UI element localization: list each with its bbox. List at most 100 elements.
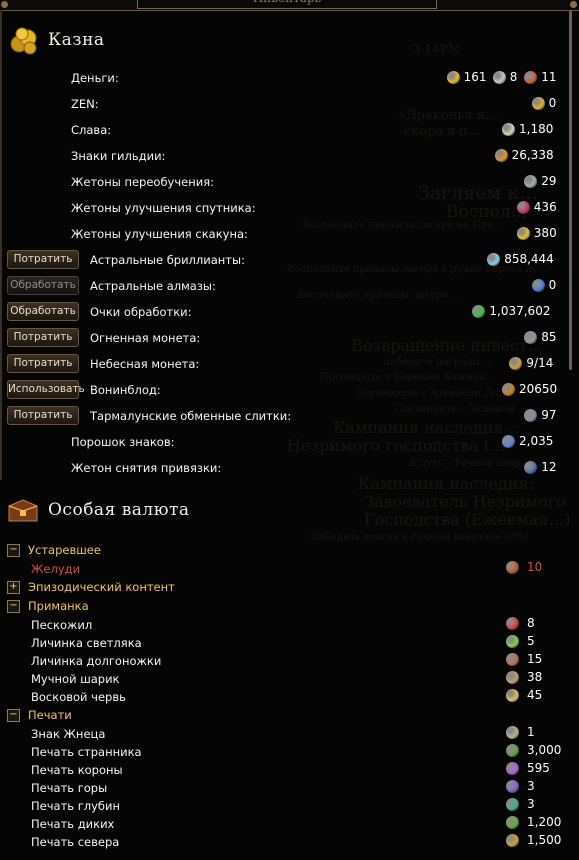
special-currency-label: Печать горы xyxy=(31,781,108,795)
collapse-toggle[interactable]: − xyxy=(7,599,20,613)
special-currency-header: Особая валюта xyxy=(6,494,190,526)
currency-row: Потратить Тармалунские обменные слитки: 97 xyxy=(0,405,569,427)
currency-value: 29 xyxy=(541,174,557,188)
currency-value: 0 xyxy=(548,96,557,110)
currency-label: ZEN: xyxy=(71,97,99,111)
companion-token-icon xyxy=(516,201,530,214)
currency-label: Слава: xyxy=(71,123,112,137)
currency-value: 11 xyxy=(541,70,557,84)
treasury-title: Казна xyxy=(48,30,105,50)
currency-row: Потратить Огненная монета: 85 xyxy=(0,327,569,349)
category-label: Устаревшее xyxy=(28,543,101,557)
mount-token-icon xyxy=(516,227,530,240)
special-currency-label: Личинка долгоножки xyxy=(31,654,162,668)
special-currency-label: Печать странника xyxy=(31,745,142,759)
special-currency-value: 3,000 xyxy=(527,743,562,757)
currency-action-button[interactable]: Потратить xyxy=(7,406,79,425)
special-currency-value: 1 xyxy=(527,725,535,739)
north-seal-icon xyxy=(506,834,519,847)
expand-toggle[interactable]: + xyxy=(7,580,20,594)
currency-value: 12 xyxy=(541,460,557,474)
special-currency-row: Печать севера 1,500 xyxy=(0,832,569,854)
currency-action-button[interactable]: Потратить xyxy=(7,328,79,347)
category-header[interactable]: + Эпизодический контент xyxy=(7,580,175,594)
currency-value: 380 xyxy=(533,226,557,240)
silver-coin-icon xyxy=(492,71,506,84)
unbind-token-icon xyxy=(524,461,538,474)
collapse-toggle[interactable]: − xyxy=(7,708,20,722)
voninblood-icon xyxy=(502,383,515,396)
background-text: Завоеватель Незримого xyxy=(364,492,566,511)
category-header[interactable]: − Устаревшее xyxy=(7,543,101,557)
currency-row: Жетоны улучшения спутника: 436 xyxy=(0,197,569,219)
special-currency-label: Знак Жнеца xyxy=(31,727,106,741)
gold-coins-icon xyxy=(10,27,37,55)
currency-value: 436 xyxy=(533,200,557,214)
treasury-header: Казна xyxy=(8,24,105,56)
mountain-seal-icon xyxy=(506,780,519,793)
special-currency-label: Желуди xyxy=(31,562,81,576)
currency-value: 0 xyxy=(548,278,557,292)
special-currency-value: 8 xyxy=(527,616,535,630)
frame-corner-ornament xyxy=(570,1,577,8)
currency-value: 1,180 xyxy=(519,122,554,136)
special-currency-label: Печать диких xyxy=(31,817,115,831)
currency-value: 85 xyxy=(541,330,557,344)
fire-coin-icon xyxy=(524,331,538,344)
currency-row: Использовать Вонинблод: 20650 xyxy=(0,379,569,401)
currency-row: Обработать Очки обработки: 1,037,602 xyxy=(0,301,569,323)
currency-label: Жетоны переобучения: xyxy=(71,175,215,189)
currency-action-button[interactable]: Потратить xyxy=(7,250,79,269)
wild-seal-icon xyxy=(506,816,519,829)
category-header[interactable]: − Печати xyxy=(7,708,72,722)
special-currency-label: Личинка светляка xyxy=(31,636,142,650)
special-currency-value: 45 xyxy=(527,688,543,702)
currency-row: Жетоны переобучения: 29 xyxy=(0,171,569,193)
acorn-icon xyxy=(506,561,519,574)
scrollbar[interactable] xyxy=(569,10,572,370)
zen-icon xyxy=(531,97,545,110)
astral-diamond-icon xyxy=(487,253,501,266)
currency-label: Деньги: xyxy=(71,71,119,85)
category-label: Эпизодический контент xyxy=(28,580,175,594)
currency-label: Знаки гильдии: xyxy=(71,149,166,163)
rough-diamond-icon xyxy=(531,279,545,292)
window-title: Инвентарь xyxy=(137,0,437,9)
category-label: Печати xyxy=(28,708,72,722)
currency-action-button[interactable]: Потратить xyxy=(7,354,79,373)
special-currency-value: 1,200 xyxy=(527,815,562,829)
special-currency-value: 595 xyxy=(527,761,550,775)
guild-mark-icon xyxy=(494,149,508,162)
currency-label: Огненная монета: xyxy=(90,331,201,345)
currency-action-button[interactable]: Использовать xyxy=(7,380,85,399)
currency-row: Слава: 1,180 xyxy=(0,119,569,141)
special-currency-label: Пескожил xyxy=(31,618,93,632)
wanderer-seal-icon xyxy=(506,744,519,757)
special-currency-value: 10 xyxy=(527,560,543,574)
special-currency-label: Мучной шарик xyxy=(31,672,120,686)
refinement-point-icon xyxy=(472,305,486,318)
special-currency-row: Восковой червь 45 xyxy=(0,687,569,709)
currency-row: Порошок знаков: 2,035 xyxy=(0,431,569,453)
special-currency-value: 3 xyxy=(527,797,535,811)
retraining-token-icon xyxy=(524,175,538,188)
currency-action-button[interactable]: Обработать xyxy=(7,302,79,321)
special-currency-value: 3 xyxy=(527,779,535,793)
sandworm-icon xyxy=(506,617,519,630)
currency-label: Астральные бриллианты: xyxy=(90,253,245,267)
doughball-icon xyxy=(506,671,519,684)
gold-coin-icon xyxy=(446,71,460,84)
background-text: 3:14PM xyxy=(413,42,461,56)
category-header[interactable]: − Приманка xyxy=(7,599,89,613)
special-currency-title: Особая валюта xyxy=(48,500,190,520)
currency-label: Вонинблод: xyxy=(90,383,161,397)
currency-row: Жетон снятия привязки: 12 xyxy=(0,457,569,479)
currency-label: Астральные алмазы: xyxy=(90,279,216,293)
special-currency-label: Печать глубин xyxy=(31,799,120,813)
category-label: Приманка xyxy=(28,599,89,613)
crown-seal-icon xyxy=(506,762,519,775)
currency-value: 161 xyxy=(463,70,487,84)
collapse-toggle[interactable]: − xyxy=(7,543,20,557)
currency-label: Жетоны улучшения спутника: xyxy=(71,201,256,215)
copper-coin-icon xyxy=(524,71,538,84)
